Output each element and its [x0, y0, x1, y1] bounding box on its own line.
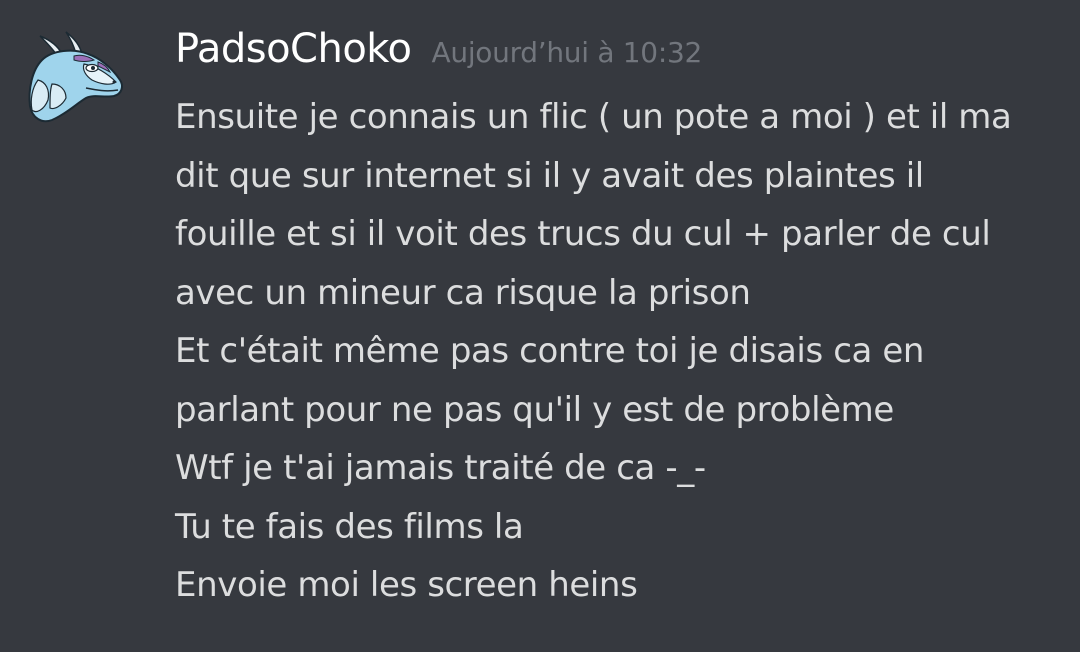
message-header: PadsoChoko Aujourd’hui à 10:32	[175, 26, 702, 82]
chat-message: PadsoChoko Aujourd’hui à 10:32 Ensuite j…	[0, 0, 1080, 652]
timestamp: Aujourd’hui à 10:32	[431, 36, 703, 69]
message-content: Ensuite je connais un flic ( un pote a m…	[175, 88, 1055, 615]
message-line: parlant pour ne pas qu'il y est de probl…	[175, 389, 894, 430]
message-line: dit que sur internet si il y avait des p…	[175, 155, 924, 196]
message-line: Ensuite je connais un flic ( un pote a m…	[175, 97, 1012, 137]
dragon-avatar-icon	[28, 31, 123, 123]
avatar[interactable]	[22, 24, 132, 134]
message-line: fouille et si il voit des trucs du cul +…	[175, 214, 991, 254]
message-line: Tu te fais des films la	[175, 506, 524, 547]
message-line: Envoie moi les screen heins	[175, 565, 638, 605]
message-line: Wtf je t'ai jamais traité de ca -_-	[175, 448, 706, 488]
username[interactable]: PadsoChoko	[175, 26, 412, 72]
message-line: Et c'était même pas contre toi je disais…	[175, 331, 924, 371]
message-line: avec un mineur ca risque la prison	[175, 272, 751, 313]
